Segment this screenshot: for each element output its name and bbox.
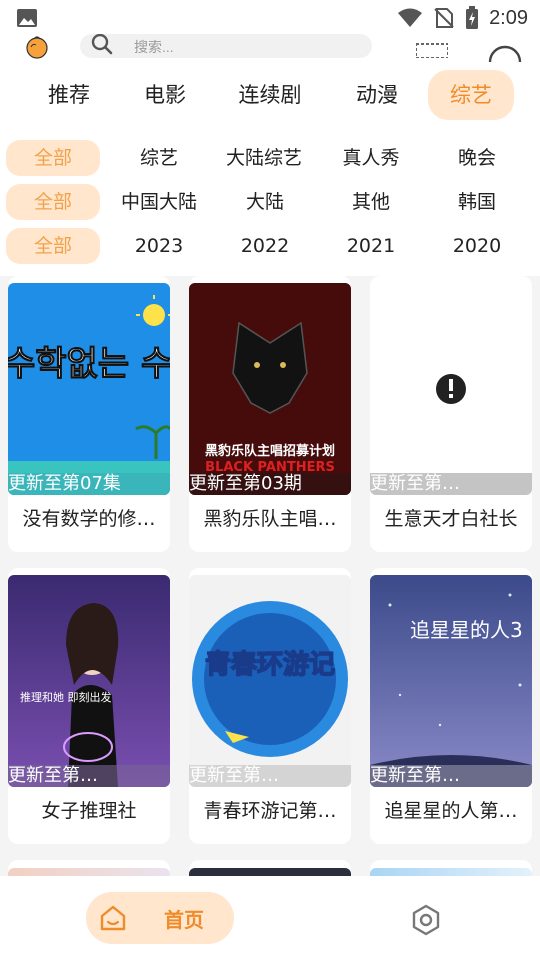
image-notification-icon <box>17 9 37 27</box>
card-title: 青春环游记第… <box>203 800 337 822</box>
search-icon <box>91 34 113 55</box>
poster-image: 追星星的人3 更新至第… <box>370 575 532 787</box>
tab-anime[interactable]: 动漫 <box>336 70 418 120</box>
filter-region-option[interactable]: 中国大陆 <box>112 184 206 220</box>
content-card[interactable]: 更新至第… 生意天才白社长 <box>370 276 532 552</box>
filter-row-year: 全部 2023 2022 2021 2020 <box>0 228 540 264</box>
filter-year-option[interactable]: 2021 <box>324 228 418 264</box>
content-card[interactable]: 黑豹乐队主唱招募计划 BLACK PANTHERS 更新至第03期 黑豹乐队主唱… <box>189 276 351 552</box>
content-card[interactable]: 青春环游记 更新至第… 青春环游记第… <box>189 568 351 844</box>
app-root: 2:09 搜索... 推荐 电影 连续剧 动漫 综艺 全部 综艺 大陆综艺 真人… <box>0 0 540 960</box>
top-header: 搜索... <box>0 30 540 64</box>
update-badge: 更新至第07集 <box>8 473 170 495</box>
filter-row-genre: 全部 综艺 大陆综艺 真人秀 晚会 <box>0 140 540 176</box>
card-title: 黑豹乐队主唱… <box>203 508 337 530</box>
status-icons: 2:09 <box>397 6 528 30</box>
update-badge: 更新至第… <box>370 473 532 495</box>
poster-image: 黑豹乐队主唱招募计划 BLACK PANTHERS 更新至第03期 <box>189 283 351 495</box>
filter-region-option[interactable]: 大陆 <box>218 184 312 220</box>
history-icon[interactable] <box>416 42 448 58</box>
filter-year-option[interactable]: 2023 <box>112 228 206 264</box>
card-title: 没有数学的修… <box>22 508 156 530</box>
tab-movies[interactable]: 电影 <box>124 70 206 120</box>
poster-placeholder: 更新至第… <box>370 283 532 495</box>
wifi-icon <box>398 8 423 27</box>
filter-year-option[interactable]: 2020 <box>430 228 524 264</box>
filter-genre-option[interactable]: 真人秀 <box>324 140 418 176</box>
tab-series[interactable]: 连续剧 <box>224 70 316 120</box>
poster-title-text: 推理和她 即刻出发 <box>20 690 112 704</box>
search-placeholder: 搜索... <box>134 39 174 55</box>
category-tabs: 推荐 电影 连续剧 动漫 综艺 <box>0 64 540 134</box>
content-grid: 수학없는 수학여행 更新至第07集 没有数学的修… 黑豹乐队主唱招募计划 BLA… <box>0 276 540 900</box>
tab-variety[interactable]: 综艺 <box>428 70 514 120</box>
filter-region-all[interactable]: 全部 <box>6 184 100 220</box>
nav-home-label: 首页 <box>164 908 204 932</box>
filter-genre-option[interactable]: 综艺 <box>112 140 206 176</box>
filter-region-option[interactable]: 韩国 <box>430 184 524 220</box>
poster-title-text: 青春环游记 <box>205 650 335 680</box>
bottom-navigation: 首页 <box>0 876 540 960</box>
settings-icon[interactable] <box>410 904 442 936</box>
clock-time: 2:09 <box>489 6 528 29</box>
content-card[interactable]: 推理和她 即刻出发 更新至第… 女子推理社 <box>8 568 170 844</box>
poster-image: 青春环游记 更新至第… <box>189 575 351 787</box>
content-card[interactable]: 追星星的人3 更新至第… 追星星的人第… <box>370 568 532 844</box>
filter-region-option[interactable]: 其他 <box>324 184 418 220</box>
poster-title-text: 수학없는 수학여행 <box>8 344 170 384</box>
battery-charging-icon <box>466 6 479 29</box>
card-title: 生意天才白社长 <box>384 508 518 530</box>
update-badge: 更新至第… <box>8 765 170 787</box>
search-bar[interactable]: 搜索... <box>80 34 372 58</box>
poster-title-text: 追星星的人3 <box>410 618 523 642</box>
update-badge: 更新至第03期 <box>189 473 351 495</box>
filter-year-all[interactable]: 全部 <box>6 228 100 264</box>
card-title: 追星星的人第… <box>384 800 518 822</box>
filter-genre-option[interactable]: 晚会 <box>430 140 524 176</box>
filter-genre-option[interactable]: 大陆综艺 <box>214 140 314 176</box>
filter-genre-all[interactable]: 全部 <box>6 140 100 176</box>
no-sim-icon <box>434 8 454 28</box>
poster-image: 推理和她 即刻出发 更新至第… <box>8 575 170 787</box>
card-title: 女子推理社 <box>41 800 137 822</box>
content-card[interactable]: 수학없는 수학여행 更新至第07集 没有数学的修… <box>8 276 170 552</box>
poster-title-text: 黑豹乐队主唱招募计划 <box>205 443 335 459</box>
nav-home-button[interactable]: 首页 <box>86 892 234 944</box>
filter-row-region: 全部 中国大陆 大陆 其他 韩国 <box>0 184 540 220</box>
update-badge: 更新至第… <box>189 765 351 787</box>
poster-image: 수학없는 수학여행 更新至第07集 <box>8 283 170 495</box>
user-icon[interactable] <box>488 42 522 64</box>
tab-recommend[interactable]: 推荐 <box>28 70 110 120</box>
update-badge: 更新至第… <box>370 765 532 787</box>
filter-year-option[interactable]: 2022 <box>218 228 312 264</box>
app-logo-icon[interactable] <box>24 34 50 60</box>
home-icon <box>100 905 126 931</box>
filter-panel: 全部 综艺 大陆综艺 真人秀 晚会 全部 中国大陆 大陆 其他 韩国 全部 20… <box>0 134 540 276</box>
